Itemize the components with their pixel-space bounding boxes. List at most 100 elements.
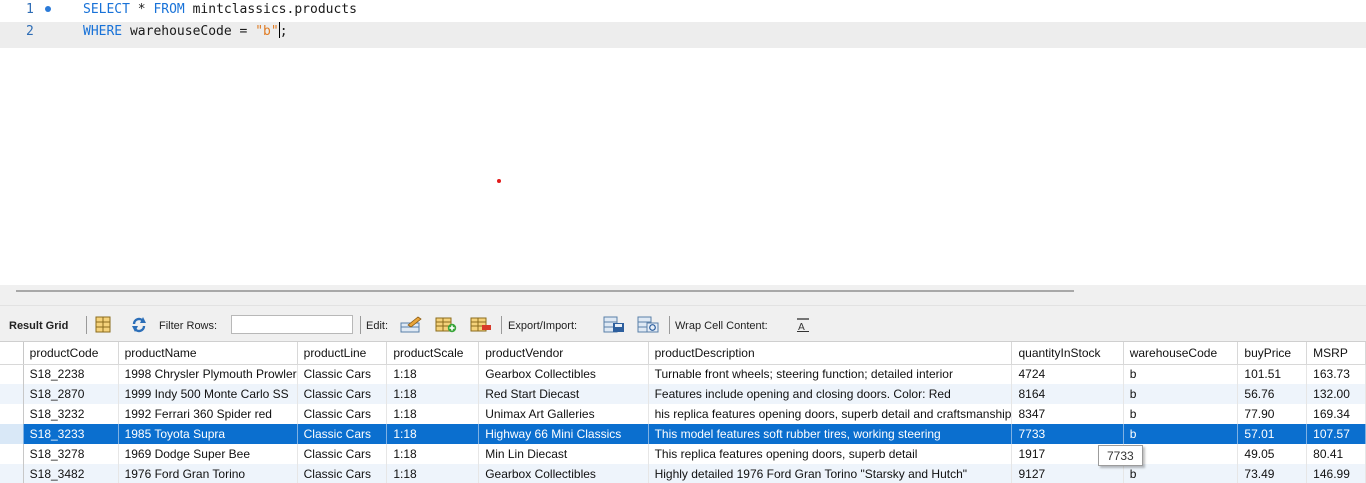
column-header[interactable]: warehouseCode: [1123, 342, 1239, 365]
table-cell[interactable]: Gearbox Collectibles: [478, 364, 649, 384]
table-cell[interactable]: 169.34: [1306, 404, 1366, 424]
sql-editor[interactable]: 1 SELECT * FROM mintclassics.products 2 …: [0, 0, 1366, 285]
code-text[interactable]: WHERE warehouseCode = "b";: [83, 22, 288, 42]
table-cell[interactable]: 1998 Chrysler Plymouth Prowler: [118, 364, 298, 384]
table-cell[interactable]: 1969 Dodge Super Bee: [118, 444, 298, 464]
edit-row-icon[interactable]: [400, 316, 422, 333]
import-icon[interactable]: [637, 316, 659, 333]
line-number: 1: [26, 2, 34, 17]
table-row[interactable]: S18_3482 1976 Ford Gran Torino Classic C…: [0, 464, 1366, 483]
table-cell[interactable]: 77.90: [1237, 404, 1308, 424]
table-cell[interactable]: 1:18: [386, 464, 480, 483]
row-header[interactable]: [0, 424, 24, 444]
table-cell[interactable]: Classic Cars: [297, 464, 388, 483]
table-cell[interactable]: 1:18: [386, 384, 480, 404]
table-cell[interactable]: b: [1123, 464, 1239, 483]
result-grid[interactable]: productCode productName productLine prod…: [0, 341, 1366, 483]
wrap-text-icon[interactable]: A: [795, 316, 811, 333]
table-cell[interactable]: 1:18: [386, 424, 480, 444]
table-cell[interactable]: Classic Cars: [297, 364, 388, 384]
table-cell[interactable]: Classic Cars: [297, 444, 388, 464]
column-header[interactable]: productScale: [386, 342, 480, 365]
table-cell[interactable]: Highway 66 Mini Classics: [478, 424, 649, 444]
table-cell[interactable]: 146.99: [1306, 464, 1366, 483]
table-cell[interactable]: 8164: [1011, 384, 1124, 404]
table-cell[interactable]: his replica features opening doors, supe…: [648, 404, 1013, 424]
table-row[interactable]: S18_2238 1998 Chrysler Plymouth Prowler …: [0, 364, 1366, 384]
code-fragment: mintclassics.products: [184, 2, 357, 17]
table-cell[interactable]: Highly detailed 1976 Ford Gran Torino "S…: [648, 464, 1013, 483]
table-cell[interactable]: b: [1123, 404, 1239, 424]
column-header[interactable]: productLine: [297, 342, 388, 365]
table-cell[interactable]: 1976 Ford Gran Torino: [118, 464, 298, 483]
table-cell[interactable]: 1992 Ferrari 360 Spider red: [118, 404, 298, 424]
table-cell[interactable]: 107.57: [1306, 424, 1366, 444]
table-cell[interactable]: Unimax Art Galleries: [478, 404, 649, 424]
table-cell[interactable]: Red Start Diecast: [478, 384, 649, 404]
column-header[interactable]: productName: [118, 342, 298, 365]
table-cell[interactable]: S18_2238: [23, 364, 119, 384]
table-cell[interactable]: This replica features opening doors, sup…: [648, 444, 1013, 464]
table-cell[interactable]: S18_3232: [23, 404, 119, 424]
table-cell[interactable]: 7733: [1011, 424, 1124, 444]
refresh-icon[interactable]: [130, 316, 148, 333]
panel-splitter[interactable]: [0, 285, 1366, 305]
selected-table-row[interactable]: S18_3233 1985 Toyota Supra Classic Cars …: [0, 424, 1366, 444]
table-cell[interactable]: 1:18: [386, 404, 480, 424]
column-header[interactable]: productDescription: [648, 342, 1013, 365]
table-row[interactable]: S18_3278 1969 Dodge Super Bee Classic Ca…: [0, 444, 1366, 464]
column-header[interactable]: buyPrice: [1237, 342, 1308, 365]
table-cell[interactable]: Gearbox Collectibles: [478, 464, 649, 483]
column-header[interactable]: productCode: [23, 342, 119, 365]
table-cell[interactable]: 57.01: [1237, 424, 1308, 444]
table-cell[interactable]: 8347: [1011, 404, 1124, 424]
code-text[interactable]: SELECT * FROM mintclassics.products: [83, 0, 357, 20]
row-header[interactable]: [0, 464, 24, 483]
table-cell[interactable]: 9127: [1011, 464, 1124, 483]
table-cell[interactable]: 73.49: [1237, 464, 1308, 483]
column-header[interactable]: quantityInStock: [1011, 342, 1124, 365]
table-cell[interactable]: Turnable front wheels; steering function…: [648, 364, 1013, 384]
table-cell[interactable]: Classic Cars: [297, 384, 388, 404]
table-cell[interactable]: S18_3233: [23, 424, 119, 444]
filter-rows-input[interactable]: [231, 315, 353, 334]
table-row[interactable]: S18_2870 1999 Indy 500 Monte Carlo SS Cl…: [0, 384, 1366, 404]
table-cell[interactable]: b: [1123, 364, 1239, 384]
column-header[interactable]: MSRP: [1306, 342, 1366, 365]
table-cell[interactable]: Features include opening and closing doo…: [648, 384, 1013, 404]
grid-view-icon[interactable]: [94, 316, 112, 333]
table-cell[interactable]: 1:18: [386, 444, 480, 464]
table-cell[interactable]: 80.41: [1306, 444, 1366, 464]
row-header[interactable]: [0, 444, 24, 464]
table-cell[interactable]: S18_3278: [23, 444, 119, 464]
corner-cell[interactable]: [0, 342, 24, 365]
column-header[interactable]: productVendor: [478, 342, 649, 365]
table-cell[interactable]: 1985 Toyota Supra: [118, 424, 298, 444]
table-cell[interactable]: 1:18: [386, 364, 480, 384]
delete-row-icon[interactable]: [470, 316, 492, 333]
table-cell[interactable]: This model features soft rubber tires, w…: [648, 424, 1013, 444]
table-cell[interactable]: b: [1123, 384, 1239, 404]
table-cell[interactable]: 4724: [1011, 364, 1124, 384]
table-cell[interactable]: 56.76: [1237, 384, 1308, 404]
table-cell[interactable]: Classic Cars: [297, 424, 388, 444]
add-row-icon[interactable]: [435, 316, 457, 333]
table-cell[interactable]: S18_3482: [23, 464, 119, 483]
table-cell[interactable]: Classic Cars: [297, 404, 388, 424]
table-cell[interactable]: b: [1123, 424, 1239, 444]
table-cell[interactable]: Min Lin Diecast: [478, 444, 649, 464]
table-cell[interactable]: 163.73: [1306, 364, 1366, 384]
table-cell[interactable]: 132.00: [1306, 384, 1366, 404]
table-cell[interactable]: S18_2870: [23, 384, 119, 404]
result-grid-tab[interactable]: Result Grid: [9, 319, 68, 333]
export-icon[interactable]: [603, 316, 625, 333]
horizontal-scrollbar[interactable]: [16, 290, 1074, 292]
row-header[interactable]: [0, 404, 24, 424]
row-header[interactable]: [0, 364, 24, 384]
table-cell[interactable]: 49.05: [1237, 444, 1308, 464]
row-header[interactable]: [0, 384, 24, 404]
code-line-2[interactable]: 2 WHERE warehouseCode = "b";: [0, 22, 1366, 48]
table-cell[interactable]: 101.51: [1237, 364, 1308, 384]
table-row[interactable]: S18_3232 1992 Ferrari 360 Spider red Cla…: [0, 404, 1366, 424]
table-cell[interactable]: 1999 Indy 500 Monte Carlo SS: [118, 384, 298, 404]
